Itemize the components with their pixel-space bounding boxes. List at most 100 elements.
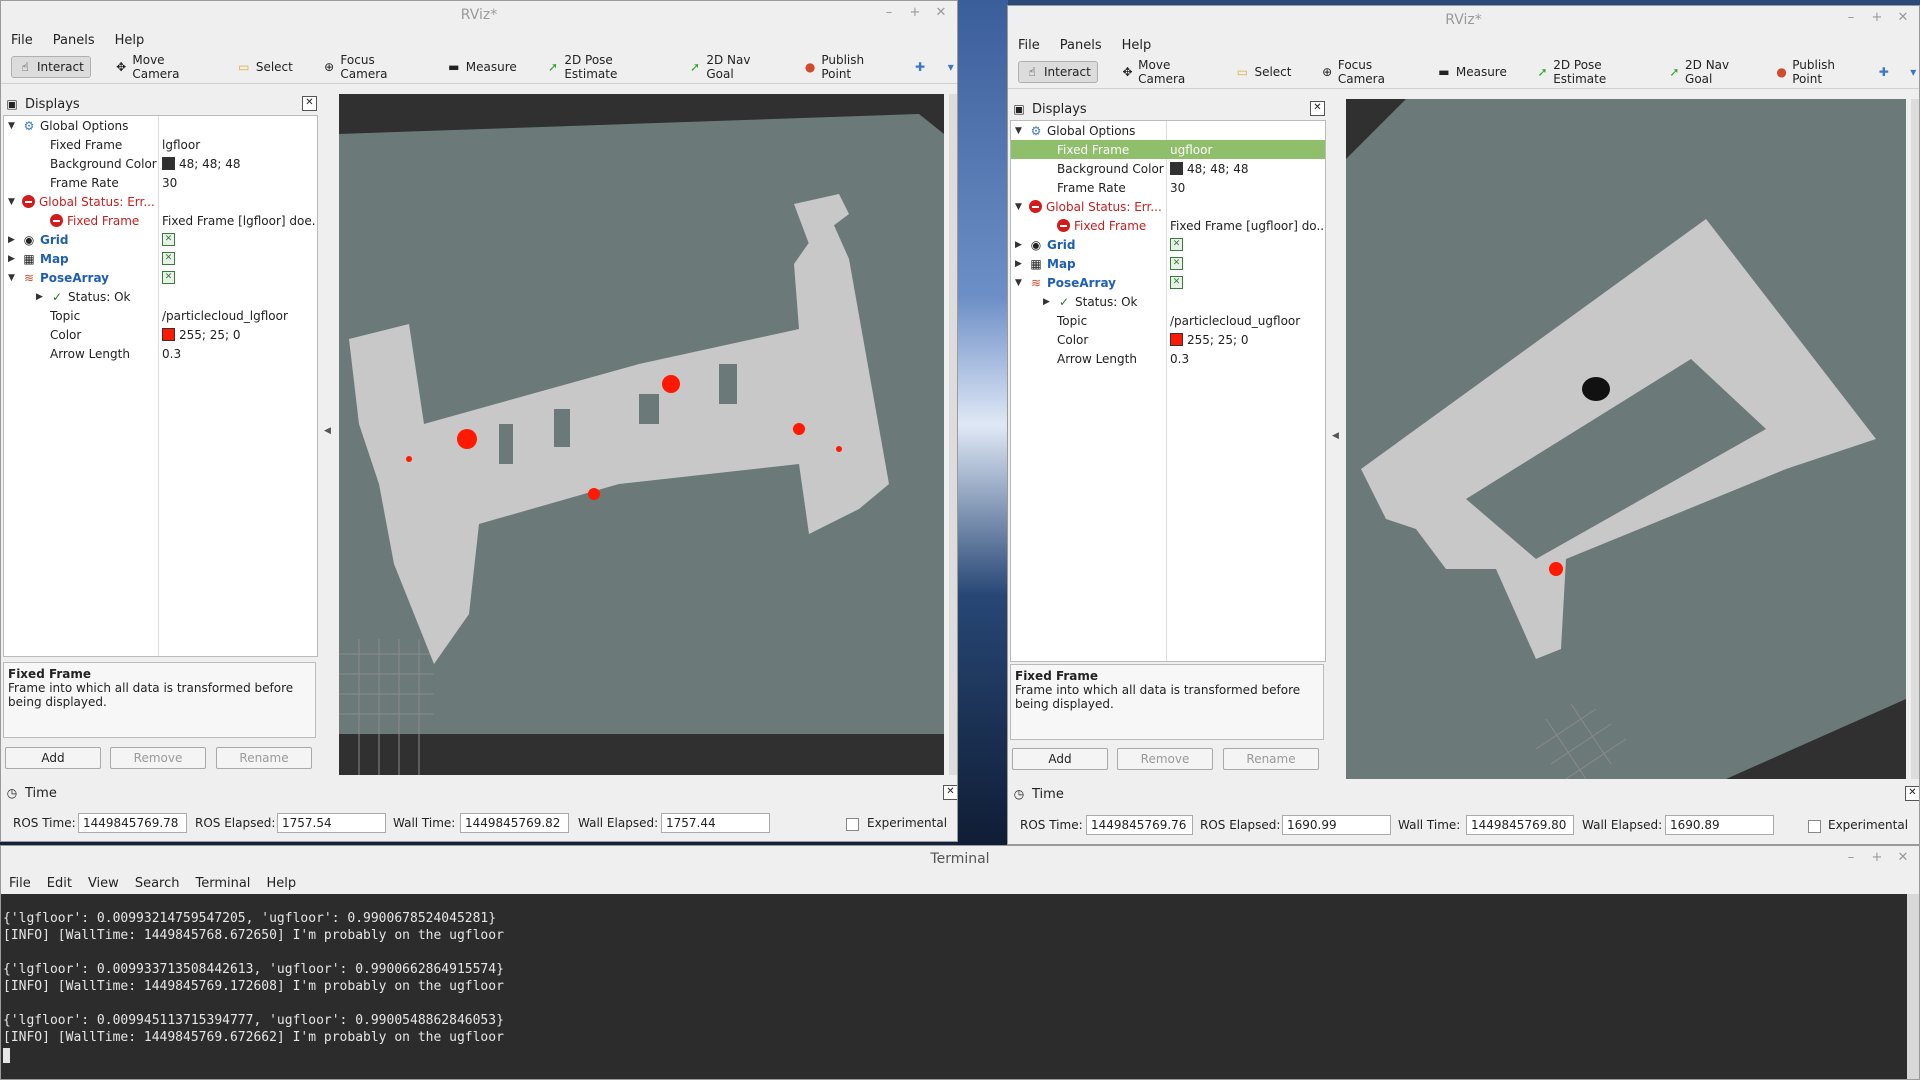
property-value[interactable]: 48; 48; 48 <box>179 157 241 171</box>
maximize-icon[interactable]: + <box>907 5 923 20</box>
tool-2d-nav-goal[interactable]: ➚ 2D Nav Goal <box>1663 55 1752 89</box>
display-row[interactable]: Topic/particlecloud_lgfloor <box>4 306 317 325</box>
expand-arrow-icon[interactable]: ▼ <box>1015 202 1025 212</box>
ros-elapsed-field[interactable]: 1690.99 <box>1282 815 1391 835</box>
tool-interact[interactable]: ☝ Interact <box>11 56 91 78</box>
property-value[interactable]: 255; 25; 0 <box>1187 333 1249 347</box>
property-value[interactable]: /particlecloud_ugfloor <box>1170 314 1300 328</box>
time-panel-close-icon[interactable]: ✕ <box>943 785 957 800</box>
remove-tool-icon[interactable]: ▾ <box>944 60 957 74</box>
ros-time-field[interactable]: 1449845769.78 <box>78 813 187 833</box>
viewport-scrollbar[interactable] <box>1911 99 1919 779</box>
tool-focus-camera[interactable]: ⊕ Focus Camera <box>1316 55 1413 89</box>
color-swatch[interactable] <box>162 157 175 170</box>
display-row[interactable]: Background Color 48; 48; 48 <box>4 154 317 173</box>
expand-arrow-icon[interactable]: ▼ <box>8 121 18 131</box>
terminal-titlebar[interactable]: Terminal – + ✕ <box>1 846 1919 872</box>
display-row[interactable]: ▶ ✓ Status: Ok <box>4 287 317 306</box>
tool-publish-point[interactable]: ● Publish Point <box>798 50 896 84</box>
tool-interact[interactable]: ☝ Interact <box>1018 61 1098 83</box>
display-row[interactable]: Arrow Length 0.3 <box>1011 349 1325 368</box>
3d-viewport[interactable] <box>1346 99 1906 779</box>
add-button[interactable]: Add <box>1012 748 1108 770</box>
tool-2d-nav-goal[interactable]: ➚ 2D Nav Goal <box>683 50 780 84</box>
remove-tool-icon[interactable]: ▾ <box>1908 65 1919 79</box>
time-panel-close-icon[interactable]: ✕ <box>1905 786 1919 801</box>
wall-time-field[interactable]: 1449845769.82 <box>460 813 569 833</box>
display-row[interactable]: ▼ ⚙ Global Options <box>4 116 317 135</box>
tool-focus-camera[interactable]: ⊕ Focus Camera <box>317 50 423 84</box>
enabled-checkbox[interactable]: ✕ <box>1170 257 1183 270</box>
tool-measure[interactable]: ▬ Measure <box>441 57 523 77</box>
display-row[interactable]: Arrow Length 0.3 <box>4 344 317 363</box>
enabled-checkbox[interactable]: ✕ <box>1170 238 1183 251</box>
tool-2d-pose-estimate[interactable]: ➚ 2D Pose Estimate <box>541 50 665 84</box>
tool-select[interactable]: ▭ Select <box>1229 62 1297 82</box>
expand-arrow-icon[interactable]: ▼ <box>8 273 18 283</box>
menu-file[interactable]: File <box>11 33 33 48</box>
menu-file[interactable]: File <box>9 876 31 891</box>
tool-publish-point[interactable]: ● Publish Point <box>1770 55 1860 89</box>
display-row[interactable]: ▼ Global Status: Err... <box>4 192 317 211</box>
maximize-icon[interactable]: + <box>1869 850 1885 865</box>
ros-time-field[interactable]: 1449845769.76 <box>1086 815 1193 835</box>
expand-arrow-icon[interactable]: ▼ <box>8 197 18 207</box>
enabled-checkbox[interactable]: ✕ <box>162 252 175 265</box>
expand-arrow-icon[interactable]: ▼ <box>1015 278 1025 288</box>
menu-help[interactable]: Help <box>115 33 145 48</box>
display-row[interactable]: Topic/particlecloud_ugfloor <box>1011 311 1325 330</box>
3d-viewport[interactable] <box>339 94 944 775</box>
minimize-icon[interactable]: – <box>1843 10 1859 25</box>
property-value[interactable]: /particlecloud_lgfloor <box>162 309 288 323</box>
remove-button[interactable]: Remove <box>1117 748 1213 770</box>
experimental-checkbox[interactable] <box>1808 820 1821 833</box>
close-icon[interactable]: ✕ <box>1895 850 1911 865</box>
menu-panels[interactable]: Panels <box>53 33 95 48</box>
property-value[interactable]: 0.3 <box>1170 352 1189 366</box>
display-row[interactable]: ▶ ◉ Grid ✕ <box>4 230 317 249</box>
collapse-left-handle[interactable]: ◀ <box>1332 431 1340 451</box>
property-value[interactable]: 48; 48; 48 <box>1187 162 1249 176</box>
display-row[interactable]: ▶ ▦ Map ✕ <box>4 249 317 268</box>
tool-move-camera[interactable]: ✥ Move Camera <box>1116 55 1212 89</box>
rename-button[interactable]: Rename <box>1223 748 1319 770</box>
menu-search[interactable]: Search <box>135 876 180 891</box>
display-row[interactable]: Fixed Frame Fixed Frame [lgfloor] doe... <box>4 211 317 230</box>
close-icon[interactable]: ✕ <box>1895 10 1911 25</box>
display-row[interactable]: ▼ ≋ PoseArray ✕ <box>4 268 317 287</box>
collapse-left-handle[interactable]: ◀ <box>324 426 332 446</box>
expand-arrow-icon[interactable]: ▶ <box>1015 259 1025 269</box>
panel-close-icon[interactable]: ✕ <box>1310 101 1325 116</box>
display-row[interactable]: ▼ Global Status: Err... <box>1011 197 1325 216</box>
menu-file[interactable]: File <box>1018 38 1040 53</box>
wall-elapsed-field[interactable]: 1757.44 <box>661 813 770 833</box>
enabled-checkbox[interactable]: ✕ <box>162 233 175 246</box>
display-row[interactable]: Color 255; 25; 0 <box>1011 330 1325 349</box>
minimize-icon[interactable]: – <box>1843 850 1859 865</box>
display-row[interactable]: ▶ ▦ Map ✕ <box>1011 254 1325 273</box>
add-button[interactable]: Add <box>5 747 101 769</box>
menu-panels[interactable]: Panels <box>1060 38 1102 53</box>
minimize-icon[interactable]: – <box>881 5 897 20</box>
wall-time-field[interactable]: 1449845769.80 <box>1466 815 1574 835</box>
color-swatch[interactable] <box>1170 162 1183 175</box>
display-row[interactable]: ▼ ≋ PoseArray ✕ <box>1011 273 1325 292</box>
display-row[interactable]: Frame Rate 30 <box>4 173 317 192</box>
expand-arrow-icon[interactable]: ▶ <box>8 254 18 264</box>
maximize-icon[interactable]: + <box>1869 10 1885 25</box>
display-row[interactable]: ▶ ◉ Grid ✕ <box>1011 235 1325 254</box>
ros-elapsed-field[interactable]: 1757.54 <box>277 813 386 833</box>
display-row[interactable]: Color 255; 25; 0 <box>4 325 317 344</box>
display-row[interactable]: ▼ ⚙ Global Options <box>1011 121 1325 140</box>
menu-terminal[interactable]: Terminal <box>195 876 250 891</box>
panel-close-icon[interactable]: ✕ <box>302 96 317 111</box>
enabled-checkbox[interactable]: ✕ <box>162 271 175 284</box>
terminal-output[interactable]: {'lgfloor': 0.009932147595472​05, 'ugflo… <box>1 894 1907 1079</box>
property-value[interactable]: 255; 25; 0 <box>179 328 241 342</box>
display-row[interactable]: Frame Rate 30 <box>1011 178 1325 197</box>
property-value[interactable]: 30 <box>162 176 177 190</box>
tool-2d-pose-estimate[interactable]: ➚ 2D Pose Estimate <box>1531 55 1645 89</box>
property-value[interactable]: Fixed Frame [ugfloor] do... <box>1170 219 1323 233</box>
menu-edit[interactable]: Edit <box>47 876 72 891</box>
property-value[interactable]: lgfloor <box>162 138 200 152</box>
